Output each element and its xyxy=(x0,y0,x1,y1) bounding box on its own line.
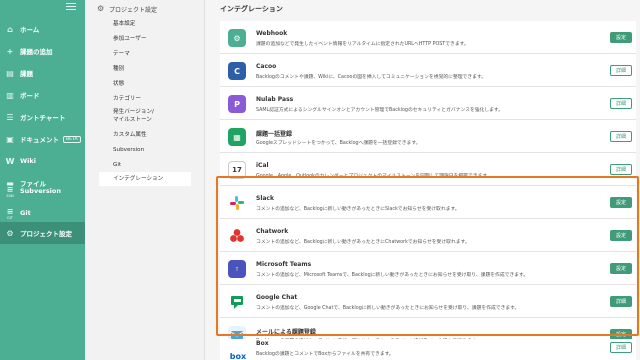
nav-gantt-label: ガントチャート xyxy=(20,114,66,122)
nav-home[interactable]: ⌂ ホーム xyxy=(0,18,85,40)
gantt-icon: ☰ xyxy=(6,112,14,122)
document-icon: ▣ xyxy=(6,134,14,144)
nulab-pass-icon: P xyxy=(228,95,246,113)
app-window: ⌂ ホーム + 課題の追加 ▤ 課題 ▥ ボード ☰ ガントチャート ▣ ドキュ… xyxy=(0,0,640,360)
nav-git[interactable]: ≡ GIT Git xyxy=(0,202,85,224)
cacoo-icon: C xyxy=(228,62,246,80)
integration-name: Webhook xyxy=(256,30,288,37)
submenu-header: ⚙ プロジェクト設定 xyxy=(85,0,204,18)
integration-desc: Backlogの課題とコメントでBoxからファイルを共有できます。 xyxy=(256,352,394,357)
wiki-icon: W xyxy=(5,156,15,166)
nav-add-issue-label: 課題の追加 xyxy=(20,48,53,56)
gear-icon: ⚙ xyxy=(6,228,14,238)
integration-name: Nulab Pass xyxy=(256,96,294,103)
integration-row-nulab-pass: P Nulab Pass SAML認証方式によるシングルサインオンとアカウント管… xyxy=(220,87,636,120)
nav-wiki[interactable]: W Wiki xyxy=(0,150,85,172)
submenu-item-members[interactable]: 参加ユーザー xyxy=(113,35,146,43)
nav-board-label: ボード xyxy=(20,92,40,100)
beta-badge: BETA xyxy=(63,135,81,143)
integration-desc: 課題の追加などで発生したイベント情報をリアルタイムに指定されたURLへHTTP … xyxy=(256,42,469,47)
global-sidebar: ⌂ ホーム + 課題の追加 ▤ 課題 ▥ ボード ☰ ガントチャート ▣ ドキュ… xyxy=(0,0,85,360)
integration-desc: Googleスプレッドシートをつかって、Backlogへ課題を一括登録できます。 xyxy=(256,141,421,146)
integration-row-cacoo: C Cacoo Backlogのコメントや課題、Wikiに、Cacooの図を挿入… xyxy=(220,54,636,87)
subversion-icon: ≡ SVN xyxy=(6,184,14,199)
nav-project-settings-label: プロジェクト設定 xyxy=(20,230,72,238)
submenu-item-integration[interactable]: インテグレーション xyxy=(99,172,191,186)
submenu-title: プロジェクト設定 xyxy=(109,6,158,14)
submenu-item-theme[interactable]: テーマ xyxy=(113,50,130,58)
board-icon: ▥ xyxy=(6,90,14,100)
nav-add-issue[interactable]: + 課題の追加 xyxy=(0,40,85,62)
integration-desc: SAML認証方式によるシングルサインオンとアカウント管理でBacklogのセキュ… xyxy=(256,108,504,113)
submenu-item-milestones[interactable]: 発生バージョン/ マイルストーン xyxy=(113,108,154,124)
integration-row-bulk-import: ▦ 課題一括登録 Googleスプレッドシートをつかって、Backlogへ課題を… xyxy=(220,120,636,153)
plus-icon: + xyxy=(6,46,14,56)
integration-row-box: box Box Backlogの課題とコメントでBoxからファイルを共有できます… xyxy=(220,339,636,360)
settings-submenu: ⚙ プロジェクト設定 基本設定 参加ユーザー テーマ 種別 状態 カテゴリー 発… xyxy=(85,0,205,360)
list-icon: ▤ xyxy=(6,68,14,78)
nav-subversion-label: Subversion xyxy=(20,187,62,195)
nav-issues-label: 課題 xyxy=(20,70,33,78)
submenu-item-categories[interactable]: カテゴリー xyxy=(113,95,141,103)
integration-row-webhook: ⚙ Webhook 課題の追加などで発生したイベント情報をリアルタイムに指定され… xyxy=(220,21,636,54)
integration-name: Cacoo xyxy=(256,63,277,70)
nav-git-label: Git xyxy=(20,209,31,217)
page-title: インテグレーション xyxy=(220,5,283,13)
integration-desc: Backlogのコメントや課題、Wikiに、Cacooの図を挿入してコミュニケー… xyxy=(256,75,487,80)
highlight-frame xyxy=(216,176,639,336)
submenu-item-status[interactable]: 状態 xyxy=(113,80,124,88)
git-icon: ≡ GIT xyxy=(6,206,14,221)
details-button[interactable]: 詳細 xyxy=(610,164,632,175)
webhook-icon: ⚙ xyxy=(228,29,246,47)
nav-project-settings[interactable]: ⚙ プロジェクト設定 xyxy=(0,222,85,244)
details-button[interactable]: 詳細 xyxy=(610,131,632,142)
submenu-item-types[interactable]: 種別 xyxy=(113,65,124,73)
settings-button[interactable]: 設定 xyxy=(610,32,632,43)
spreadsheet-icon: ▦ xyxy=(228,128,246,146)
menu-toggle-icon[interactable] xyxy=(66,3,76,13)
integration-name: iCal xyxy=(256,162,269,169)
submenu-item-basic[interactable]: 基本設定 xyxy=(113,20,135,28)
nav-documents[interactable]: ▣ ドキュメント BETA xyxy=(0,128,85,150)
details-button[interactable]: 詳細 xyxy=(610,342,632,353)
submenu-item-git[interactable]: Git xyxy=(113,161,121,169)
submenu-item-custom-fields[interactable]: カスタム属性 xyxy=(113,131,147,139)
integration-name: Box xyxy=(256,340,269,347)
nav-wiki-label: Wiki xyxy=(20,157,36,165)
nav-board[interactable]: ▥ ボード xyxy=(0,84,85,106)
nav-home-label: ホーム xyxy=(20,26,40,34)
integration-name: 課題一括登録 xyxy=(256,131,293,138)
integration-page: インテグレーション ⚙ Webhook 課題の追加などで発生したイベント情報をリ… xyxy=(205,0,640,360)
nav-subversion[interactable]: ≡ SVN Subversion xyxy=(0,180,85,202)
details-button[interactable]: 詳細 xyxy=(610,98,632,109)
gear-icon: ⚙ xyxy=(97,4,105,13)
nav-issues[interactable]: ▤ 課題 xyxy=(0,62,85,84)
home-icon: ⌂ xyxy=(7,24,13,34)
nav-gantt[interactable]: ☰ ガントチャート xyxy=(0,106,85,128)
nav-documents-label: ドキュメント xyxy=(20,136,59,144)
box-icon: box xyxy=(228,347,248,360)
submenu-item-subversion[interactable]: Subversion xyxy=(113,146,144,154)
details-button[interactable]: 詳細 xyxy=(610,65,632,76)
